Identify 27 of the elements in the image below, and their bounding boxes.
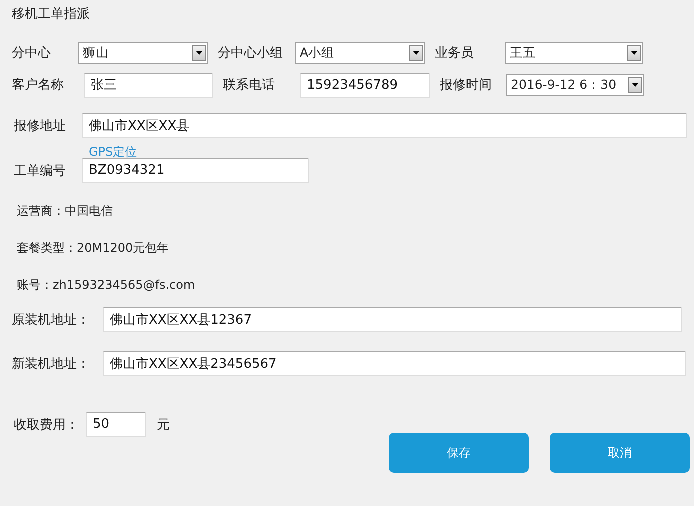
field-label: 报修地址 — [13, 118, 67, 134]
input-field[interactable]: 15923456789 — [300, 72, 430, 98]
input-field[interactable]: 佛山市XX区XX县12367 — [103, 307, 682, 332]
field-label: 工单编号 — [13, 162, 67, 180]
input-field[interactable]: 张三 — [84, 72, 213, 98]
field-label: 客户名称 — [12, 77, 65, 94]
input-field[interactable]: 佛山市XX区XX县23456567 — [103, 351, 686, 376]
input-field[interactable]: BZ0934321 — [82, 158, 309, 183]
info-text: 运营商：中国电信 — [17, 203, 114, 219]
field-label: 新装机地址： — [12, 356, 91, 372]
dropdown[interactable]: 王五 — [505, 42, 643, 64]
field-label: 原装机地址： — [12, 312, 91, 328]
field-label: 分中心小组 — [218, 45, 284, 62]
info-text: 套餐类型：20M1200元包年 — [17, 240, 170, 256]
unit-label: 元 — [157, 416, 170, 434]
info-text: 账号：zh1593234565@fs.com — [17, 277, 196, 293]
dropdown[interactable]: 狮山 — [78, 42, 208, 64]
field-label: 分中心 — [12, 45, 52, 62]
field-label: 联系电话 — [223, 77, 276, 94]
field-label: 收取费用： — [13, 416, 80, 434]
fee-input[interactable]: 50 — [86, 412, 146, 437]
field-label: 业务员 — [435, 45, 475, 62]
dropdown[interactable]: 2016-9-12 6：30 — [506, 74, 644, 96]
window-title: 移机工单指派 — [12, 6, 91, 24]
dropdown[interactable]: A小组 — [295, 42, 425, 64]
input-field[interactable]: 佛山市XX区XX县 — [82, 113, 687, 138]
field-label: 报修时间 — [440, 77, 493, 94]
